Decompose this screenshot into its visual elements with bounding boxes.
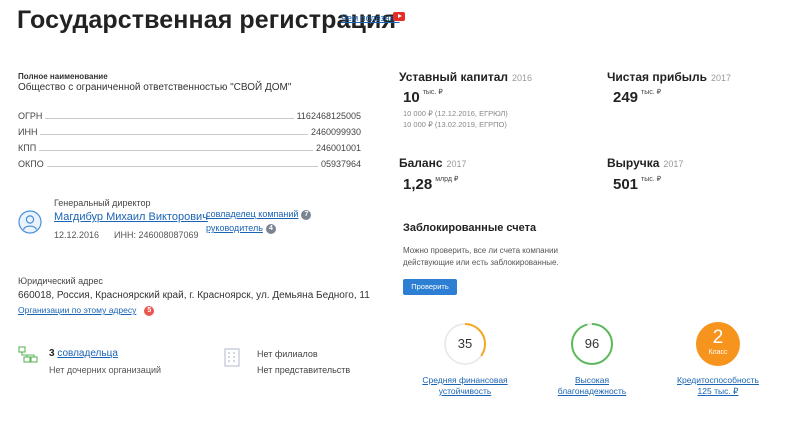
capital-value-number: 10 [403,89,420,106]
full-name-label: Полное наименование [18,72,108,81]
org-structure-icon [18,346,38,364]
requisite-value: 246001001 [315,143,361,153]
director-inn: ИНН: 246008087069 [114,230,199,240]
capital-note-2: 10 000 ₽ (13.02.2019, ЕГРПО) [403,120,507,129]
orgs-at-address[interactable]: Организации по этому адресу 5 [18,305,155,316]
gauge-value: 35 [457,336,473,351]
financial-stability-gauge[interactable]: 35 [443,322,487,366]
requisite-row-inn: ИНН 2460099930 [18,125,361,137]
requisite-row-ogrn: ОГРН 1162468125005 [18,109,361,121]
youtube-play-icon[interactable] [393,12,405,21]
credit-class-badge[interactable]: 2 Класс [696,322,740,366]
balance-title-text: Баланс [399,156,443,170]
profit-year: 2017 [710,73,732,83]
requisite-value: 05937964 [320,159,361,169]
requisite-value: 1162468125005 [296,111,361,121]
capital-title-text: Уставный капитал [399,70,508,84]
company-full-name: Общество с ограниченной ответственностью… [18,82,292,93]
credit-class-value: 2 [712,327,724,348]
balance-title: Баланс 2017 [399,156,467,170]
profit-title: Чистая прибыль 2017 [607,70,731,84]
balance-value: 1,28 млрд ₽ [403,175,458,193]
cofounder-link[interactable]: совладелец компаний [206,209,298,219]
check-button[interactable]: Проверить [403,279,457,295]
count-badge: 4 [265,224,276,234]
founders-link[interactable]: совладельца [57,348,118,359]
count-badge: 7 [301,210,312,220]
useful-link[interactable]: Чем полезна? [341,13,400,23]
profit-unit: тыс. ₽ [641,89,662,96]
revenue-value-number: 501 [613,176,639,193]
gauge-value: 96 [584,336,600,351]
revenue-title-text: Выручка [607,156,660,170]
representatives-text: Нет представительств [257,365,351,375]
revenue-unit: тыс. ₽ [641,176,662,183]
capital-unit: тыс. ₽ [422,89,443,96]
subsidiaries-text: Нет дочерних организаций [49,365,162,375]
founders[interactable]: 3 совладельца [49,348,118,359]
requisite-value: 2460099930 [310,127,361,137]
branches-text: Нет филиалов [257,349,318,359]
director-date: 12.12.2016 [54,230,100,240]
count-badge: 5 [144,306,155,316]
capital-year: 2016 [512,73,533,83]
reliability-gauge[interactable]: 96 [570,322,614,366]
creditworthiness-caption-2[interactable]: 125 тыс. ₽ [668,386,768,397]
capital-title: Уставный капитал 2016 [399,70,532,84]
leader-line [39,150,313,151]
blocked-desc-1: Можно проверить, все ли счета компании [403,246,558,255]
financial-stability-caption-1[interactable]: Средняя финансовая [416,375,514,386]
revenue-title: Выручка 2017 [607,156,683,170]
orgs-at-address-link[interactable]: Организации по этому адресу [18,305,136,315]
address-label: Юридический адрес [18,276,103,286]
balance-unit: млрд ₽ [435,176,459,183]
capital-note-1: 10 000 ₽ (12.12.2016, ЕГРЮЛ) [403,109,508,118]
head-companies[interactable]: руководитель 4 [206,223,276,234]
reliability-caption-1[interactable]: Высокая [542,375,642,386]
leader-line [45,118,294,119]
requisite-label: ОКПО [18,159,44,169]
address-value: 660018, Россия, Красноярский край, г. Кр… [18,290,370,301]
blocked-title: Заблокированные счета [403,222,537,234]
requisite-row-okpo: ОКПО 05937964 [18,157,361,169]
director-role: Генеральный директор [54,198,151,208]
profit-value-number: 249 [613,89,639,106]
creditworthiness-caption-1[interactable]: Кредитоспособность [668,375,768,386]
requisite-label: ОГРН [18,111,43,121]
capital-value: 10 тыс. ₽ [403,88,443,106]
building-icon [223,347,241,367]
requisite-row-kpp: КПП 246001001 [18,141,361,153]
founders-count: 3 [49,348,55,359]
reliability-caption-2[interactable]: благонадежность [542,386,642,397]
page-title: Государственная регистрация [17,6,397,34]
credit-class-label: Класс [708,349,728,356]
cofounder-companies[interactable]: совладелец компаний 7 [206,209,312,220]
leader-line [40,134,308,135]
revenue-value: 501 тыс. ₽ [613,175,661,193]
financial-stability-caption-2[interactable]: устойчивость [416,386,514,397]
revenue-year: 2017 [663,159,684,169]
person-icon [18,210,42,234]
blocked-desc-2: действующие или есть заблокированные. [403,258,559,267]
profit-title-text: Чистая прибыль [607,70,707,84]
balance-year: 2017 [446,159,467,169]
leader-line [46,166,318,167]
requisite-label: ИНН [18,127,38,137]
profit-value: 249 тыс. ₽ [613,88,661,106]
head-link[interactable]: руководитель [206,223,263,233]
balance-value-number: 1,28 [403,176,433,193]
requisite-label: КПП [18,143,37,153]
director-name-link[interactable]: Магдибур Михаил Викторович [54,211,208,223]
